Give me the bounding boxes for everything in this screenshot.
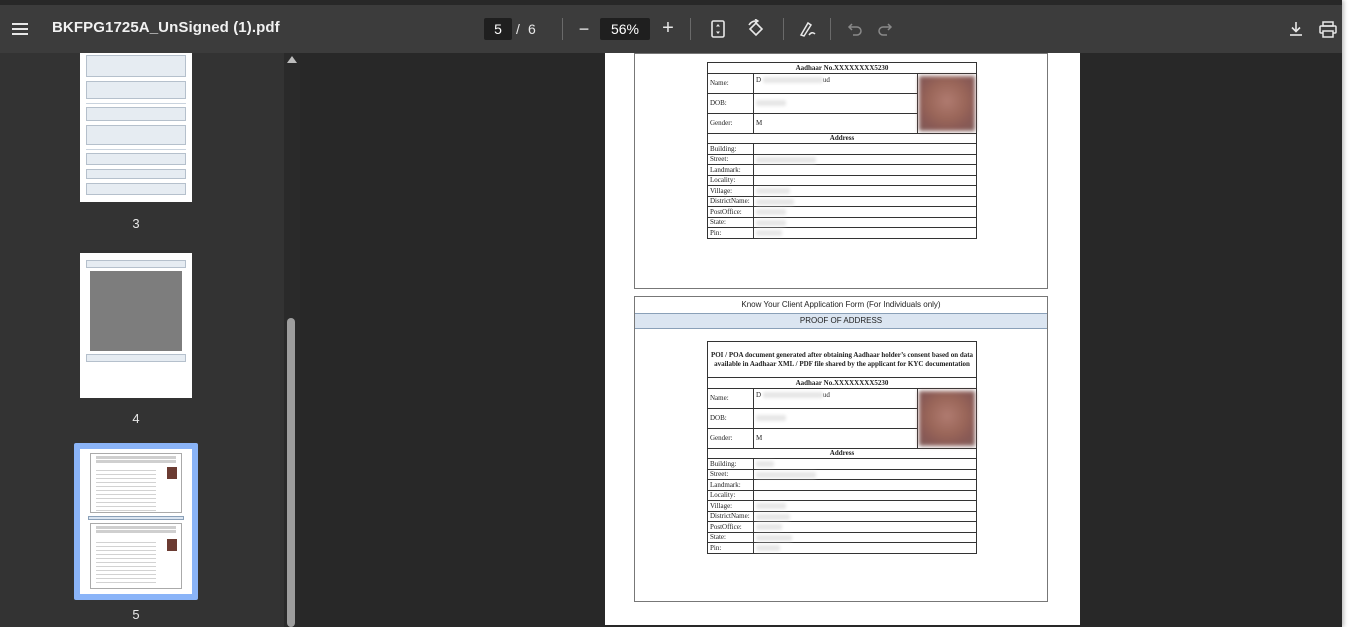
- toolbar-divider: [690, 18, 691, 40]
- undo-icon[interactable]: [843, 17, 867, 41]
- consent-text: POI / POA document generated after obtai…: [707, 341, 977, 378]
- applicant-photo: [919, 75, 975, 131]
- dob-label: DOB:: [707, 407, 754, 429]
- name-label: Name:: [707, 72, 754, 94]
- proof-of-address-box: Know Your Client Application Form (For I…: [634, 296, 1048, 602]
- fit-page-icon[interactable]: [706, 17, 730, 41]
- sidebar-scrollbar[interactable]: [284, 53, 300, 627]
- address-header: Address: [707, 132, 977, 144]
- postoffice-label: PostOffice:: [707, 521, 754, 533]
- document-title: BKFPG1725A_UnSigned (1).pdf: [52, 19, 280, 36]
- landmark-label: Landmark:: [707, 479, 754, 491]
- total-pages: 6: [528, 21, 536, 37]
- toolbar-divider: [783, 18, 784, 40]
- village-label: Village:: [707, 185, 754, 197]
- thumbnail-label: 5: [132, 607, 140, 622]
- gender-label: Gender:: [707, 112, 754, 134]
- locality-label: Locality:: [707, 489, 754, 501]
- landmark-label: Landmark:: [707, 164, 754, 176]
- scrollbar-thumb[interactable]: [287, 318, 295, 627]
- gender-value: M: [753, 427, 918, 449]
- village-label: Village:: [707, 500, 754, 512]
- thumbnail-page-3[interactable]: [80, 53, 192, 202]
- thumbnail-page-4[interactable]: [80, 253, 192, 398]
- toolbar-divider: [562, 18, 563, 40]
- zoom-in-button[interactable]: +: [656, 16, 680, 40]
- address-header: Address: [707, 447, 977, 459]
- current-page-input[interactable]: 5: [484, 18, 512, 40]
- redo-icon[interactable]: [873, 17, 897, 41]
- name-label: Name:: [707, 387, 754, 409]
- pin-label: Pin:: [707, 227, 754, 239]
- aadhaar-details-box: Aadhaar No.XXXXXXXX5230 Name: D ud DOB: …: [634, 53, 1048, 289]
- print-icon[interactable]: [1316, 17, 1340, 41]
- applicant-photo: [919, 390, 975, 446]
- district-label: DistrictName:: [707, 510, 754, 522]
- scroll-up-arrow-icon[interactable]: [287, 56, 297, 63]
- thumbnail-label: 4: [132, 411, 140, 426]
- document-viewport: Aadhaar No.XXXXXXXX5230 Name: D ud DOB: …: [300, 53, 1342, 627]
- thumbnail-label: 3: [132, 216, 140, 231]
- street-label: Street:: [707, 468, 754, 480]
- gender-value: M: [753, 112, 918, 134]
- state-label: State:: [707, 216, 754, 228]
- aadhaar-table: Aadhaar No.XXXXXXXX5230 Name: D ud DOB: …: [707, 62, 977, 239]
- pdf-viewer-window: BKFPG1725A_UnSigned (1).pdf 5 / 6 − 56% …: [0, 0, 1342, 627]
- building-label: Building:: [707, 458, 754, 470]
- gender-label: Gender:: [707, 427, 754, 449]
- zoom-out-button[interactable]: −: [572, 17, 596, 41]
- toolbar: BKFPG1725A_UnSigned (1).pdf 5 / 6 − 56% …: [0, 5, 1342, 53]
- district-label: DistrictName:: [707, 195, 754, 207]
- aadhaar-table: POI / POA document generated after obtai…: [707, 341, 977, 554]
- zoom-input[interactable]: 56%: [600, 18, 650, 40]
- thumbnail-page-5[interactable]: [80, 449, 192, 594]
- name-value: D ud: [753, 72, 918, 94]
- aadhaar-number: Aadhaar No.XXXXXXXX5230: [707, 377, 977, 389]
- menu-icon[interactable]: [8, 17, 32, 41]
- pin-label: Pin:: [707, 542, 754, 554]
- section-title: PROOF OF ADDRESS: [635, 313, 1047, 329]
- rotate-icon[interactable]: [744, 17, 768, 41]
- toolbar-divider: [830, 18, 831, 40]
- draw-icon[interactable]: [796, 17, 820, 41]
- pdf-page: Aadhaar No.XXXXXXXX5230 Name: D ud DOB: …: [605, 53, 1080, 625]
- download-icon[interactable]: [1284, 17, 1308, 41]
- building-label: Building:: [707, 143, 754, 155]
- postoffice-label: PostOffice:: [707, 206, 754, 218]
- page-separator: /: [516, 21, 520, 37]
- photo-cell: [917, 72, 977, 134]
- dob-label: DOB:: [707, 92, 754, 114]
- form-title: Know Your Client Application Form (For I…: [741, 300, 941, 309]
- street-label: Street:: [707, 153, 754, 165]
- aadhaar-number: Aadhaar No.XXXXXXXX5230: [707, 62, 977, 74]
- name-value: D ud: [753, 387, 918, 409]
- locality-label: Locality:: [707, 174, 754, 186]
- photo-cell: [917, 387, 977, 449]
- state-label: State:: [707, 531, 754, 543]
- dob-value: [753, 92, 918, 114]
- dob-value: [753, 407, 918, 429]
- thumbnail-sidebar: 3 4 5: [0, 53, 300, 627]
